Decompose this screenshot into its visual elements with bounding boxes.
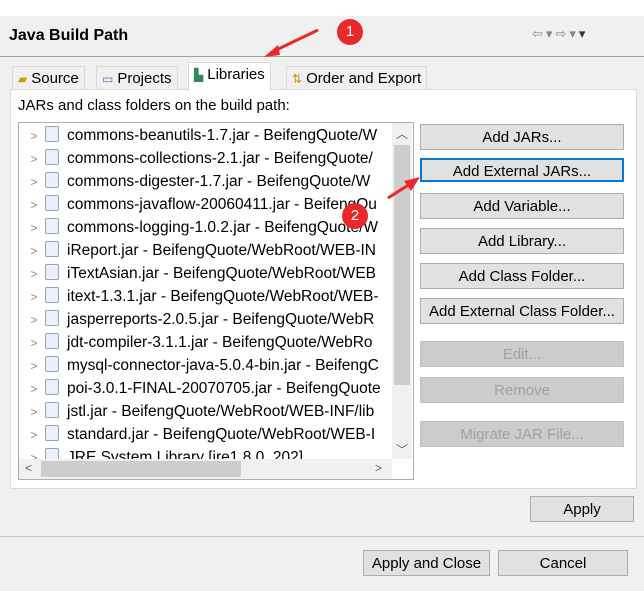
- annotation-step-1: 1: [337, 19, 363, 45]
- arrow-2: [387, 182, 411, 200]
- annotation-arrows: [264, 28, 420, 200]
- arrow-2-head: [404, 177, 420, 191]
- arrow-1-head: [264, 45, 280, 57]
- annotation-step-2: 2: [342, 203, 368, 229]
- arrow-1: [271, 28, 319, 54]
